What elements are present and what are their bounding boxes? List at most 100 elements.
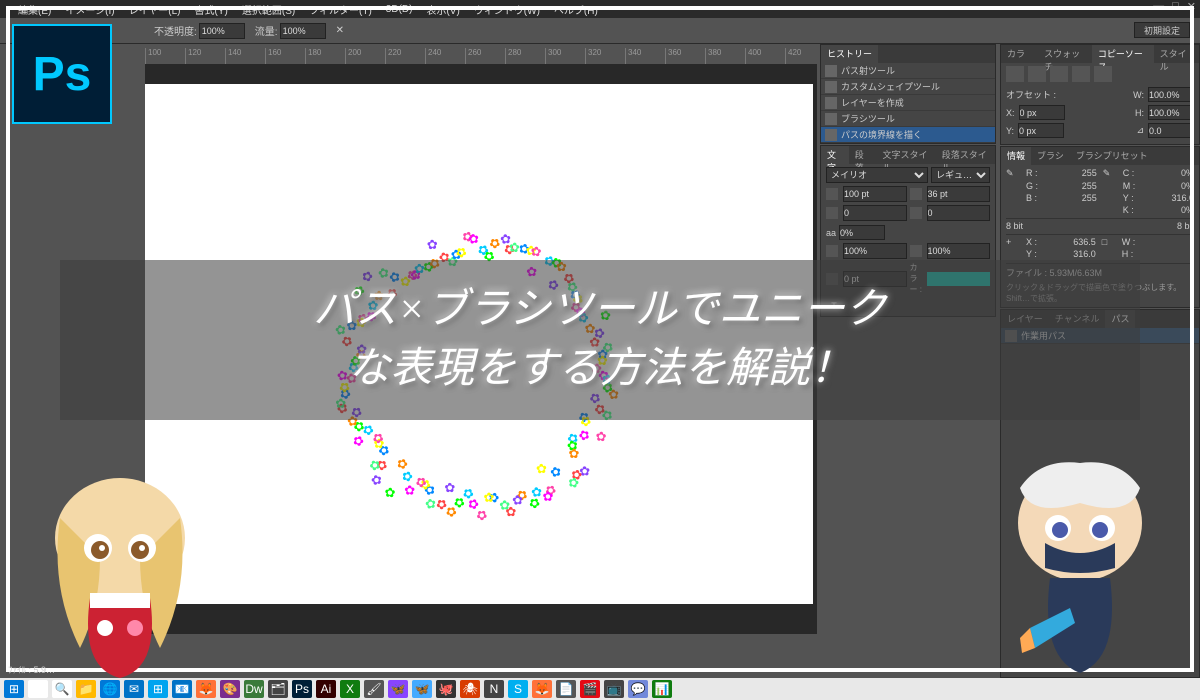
menu-item[interactable]: 表示(V)	[426, 2, 459, 17]
taskbar-app-icon[interactable]: Ai	[316, 680, 336, 698]
menu-item[interactable]: イメージ(I)	[65, 2, 114, 17]
close-icon[interactable]: ✕	[1187, 0, 1196, 13]
opacity-label: 不透明度:	[154, 23, 197, 38]
fontstyle-select[interactable]: レギュ…	[931, 167, 990, 183]
clone-src-icon[interactable]	[1028, 66, 1046, 82]
taskbar-app-icon[interactable]: 🦊	[532, 680, 552, 698]
minimize-icon[interactable]: —	[1153, 0, 1164, 13]
taskbar-app-icon[interactable]: 🗂	[268, 680, 288, 698]
menu-item[interactable]: フィルター(T)	[309, 2, 372, 17]
clone-src-icon[interactable]	[1050, 66, 1068, 82]
menu-item[interactable]: レイヤー(L)	[129, 2, 181, 17]
taskbar-app-icon[interactable]: 🔍	[52, 680, 72, 698]
title-text: パス×ブラシツールでユニーク な表現をする方法を解説！	[313, 281, 887, 399]
leading-icon	[910, 188, 922, 200]
history-item[interactable]: レイヤーを作成	[821, 95, 995, 111]
menubar: 編集(E) イメージ(I) レイヤー(L) 書式(Y) 選択範囲(S) フィルタ…	[0, 0, 1200, 18]
y-input[interactable]	[1018, 123, 1064, 138]
w-label: W:	[1133, 90, 1144, 100]
taskbar-app-icon[interactable]: ⊞	[4, 680, 24, 698]
taskbar-app-icon[interactable]: ○	[28, 680, 48, 698]
taskbar-app-icon[interactable]: 🖌	[364, 680, 384, 698]
angle-label: ⊿	[1136, 125, 1144, 136]
x-label: X:	[1006, 108, 1015, 118]
taskbar-app-icon[interactable]: X	[340, 680, 360, 698]
font-select[interactable]: メイリオ	[826, 167, 928, 183]
taskbar-app-icon[interactable]: N	[484, 680, 504, 698]
taskbar-app-icon[interactable]: 🦋	[388, 680, 408, 698]
options-bar: 不透明度: 流量: ✕	[0, 18, 1200, 44]
brush-tab[interactable]: ブラシ	[1031, 147, 1070, 165]
aa-label: aa	[826, 228, 836, 238]
menu-item[interactable]: 3D(D)	[386, 4, 413, 15]
taskbar-app-icon[interactable]: 📺	[604, 680, 624, 698]
taskbar-app-icon[interactable]: 🎬	[580, 680, 600, 698]
brushpreset-tab[interactable]: ブラシプリセット	[1070, 147, 1154, 165]
color-panel: カラー スウォッチ コピーソース スタイル オフセット : W: X: H: Y…	[1000, 44, 1200, 145]
menu-item[interactable]: 選択範囲(S)	[242, 2, 295, 17]
menu-item[interactable]: 書式(Y)	[195, 2, 228, 17]
kerning-input[interactable]	[927, 205, 991, 221]
taskbar-app-icon[interactable]: 💬	[628, 680, 648, 698]
brush-icon	[825, 113, 837, 125]
opacity-input[interactable]	[199, 23, 245, 39]
w-input[interactable]	[1148, 87, 1194, 102]
title-overlay: パス×ブラシツールでユニーク な表現をする方法を解説！	[60, 260, 1140, 420]
character-tab[interactable]: 文字	[821, 146, 849, 164]
taskbar-app-icon[interactable]: 🐙	[436, 680, 456, 698]
kerning-icon	[910, 207, 922, 219]
aa-input[interactable]	[839, 225, 885, 240]
eyedropper-icon: ✎	[1006, 168, 1020, 179]
color-tab[interactable]: カラー	[1001, 45, 1038, 63]
clone-src-icon[interactable]	[1094, 66, 1112, 82]
taskbar-app-icon[interactable]: 🦊	[196, 680, 216, 698]
taskbar-app-icon[interactable]: Dw	[244, 680, 264, 698]
y-label: Y:	[1006, 126, 1014, 136]
history-item[interactable]: パス射ツール	[821, 63, 995, 79]
taskbar-app-icon[interactable]: 🎨	[220, 680, 240, 698]
history-panel: ヒストリー パス射ツール カスタムシェイプツール レイヤーを作成 ブラシツール …	[820, 44, 996, 144]
history-tab[interactable]: ヒストリー	[821, 45, 878, 63]
taskbar-app-icon[interactable]: 📧	[172, 680, 192, 698]
history-item[interactable]: ブラシツール	[821, 111, 995, 127]
paragraph-tab[interactable]: 段落	[849, 146, 877, 164]
taskbar-app-icon[interactable]: S	[508, 680, 528, 698]
copysrc-tab[interactable]: コピーソース	[1092, 45, 1154, 63]
taskbar-app-icon[interactable]: 📊	[652, 680, 672, 698]
swatches-tab[interactable]: スウォッチ	[1038, 45, 1092, 63]
taskbar-app-icon[interactable]: 🕷	[460, 680, 480, 698]
taskbar-app-icon[interactable]: Ps	[292, 680, 312, 698]
info-tab[interactable]: 情報	[1001, 147, 1031, 165]
parastyle-tab[interactable]: 段落スタイル	[936, 146, 995, 164]
x-input[interactable]	[1019, 105, 1065, 120]
history-item[interactable]: パスの境界線を描く	[821, 127, 995, 143]
taskbar-app-icon[interactable]: 📄	[556, 680, 576, 698]
menu-item[interactable]: ウィンドウ(W)	[474, 2, 540, 17]
va-icon	[826, 207, 838, 219]
flow-input[interactable]	[280, 23, 326, 39]
taskbar-app-icon[interactable]: 🦋	[412, 680, 432, 698]
clone-src-icon[interactable]	[1006, 66, 1024, 82]
menu-item[interactable]: 編集(E)	[18, 2, 51, 17]
scaleh-input[interactable]	[927, 243, 991, 259]
h-input[interactable]	[1148, 105, 1194, 120]
taskbar-app-icon[interactable]: 📁	[76, 680, 96, 698]
workspace-button[interactable]: 初期設定	[1134, 22, 1190, 38]
angle-input[interactable]	[1148, 123, 1194, 138]
scaleh-icon	[910, 245, 922, 257]
charstyle-tab[interactable]: 文字スタイル	[877, 146, 936, 164]
maximize-icon[interactable]: □	[1172, 0, 1179, 13]
menu-item[interactable]: ヘルプ(H)	[554, 2, 598, 17]
history-item[interactable]: カスタムシェイプツール	[821, 79, 995, 95]
leading-input[interactable]	[927, 186, 991, 202]
taskbar-app-icon[interactable]: ⊞	[148, 680, 168, 698]
character-illustration-left	[20, 468, 220, 678]
clone-src-icon[interactable]	[1072, 66, 1090, 82]
taskbar-app-icon[interactable]: ✉	[124, 680, 144, 698]
styles-tab[interactable]: スタイル	[1154, 45, 1199, 63]
taskbar-app-icon[interactable]: 🌐	[100, 680, 120, 698]
tracking-input[interactable]	[843, 205, 907, 221]
fontsize-input[interactable]	[843, 186, 907, 202]
scalev-input[interactable]	[843, 243, 907, 259]
airbrush-icon[interactable]: ✕	[336, 25, 344, 36]
